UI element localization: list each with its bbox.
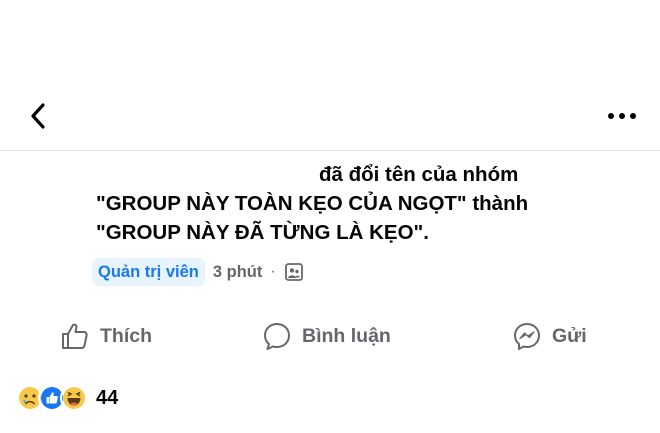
post-text: đã đổi tên của nhóm "GROUP NÀY TOÀN KẸO … (96, 160, 636, 247)
reaction-count: 44 (96, 386, 119, 409)
send-label: Gửi (552, 324, 587, 347)
admin-badge[interactable]: Quản trị viên (92, 258, 205, 286)
comment-button[interactable]: Bình luận (262, 318, 391, 354)
top-bar (0, 0, 660, 150)
back-button[interactable] (22, 100, 54, 132)
like-label: Thích (100, 324, 152, 347)
post-actions: Thích Bình luận Gửi (0, 312, 660, 360)
comment-label: Bình luận (302, 324, 391, 347)
reactions-summary[interactable]: 44 (16, 383, 118, 413)
haha-reaction-icon (60, 384, 88, 412)
chevron-left-icon (31, 103, 45, 129)
post-text-line: "GROUP NÀY TOÀN KẸO CỦA NGỌT" thành (96, 192, 529, 215)
post-timestamp[interactable]: 3 phút (213, 263, 263, 282)
thumbs-up-icon (62, 323, 88, 349)
post-text-line: "GROUP NÀY ĐÃ TỪNG LÀ KẸO". (96, 221, 429, 244)
post-meta: Quản trị viên 3 phút · (92, 257, 304, 287)
post-text-line: đã đổi tên của nhóm (319, 163, 519, 186)
more-options-button[interactable] (604, 104, 640, 128)
header-divider (0, 150, 660, 151)
send-button[interactable]: Gửi (512, 318, 587, 354)
messenger-icon (514, 323, 540, 350)
group-audience-icon[interactable] (284, 262, 304, 282)
meta-separator: · (270, 263, 276, 280)
more-horizontal-icon (608, 113, 636, 119)
like-button[interactable]: Thích (60, 318, 152, 354)
comment-bubble-icon (264, 323, 290, 350)
